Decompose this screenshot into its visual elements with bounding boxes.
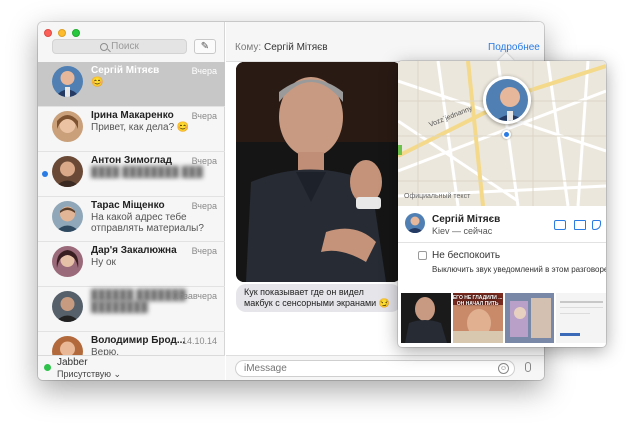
conversation-name: Дар'я Закалюжна	[91, 245, 177, 256]
do-not-disturb-checkbox[interactable]	[418, 251, 427, 260]
avatar	[52, 201, 83, 232]
compose-icon: ✎	[200, 41, 210, 52]
conversation-time: Вчера	[191, 111, 217, 121]
contact-name: Сергій Мітяєв	[432, 214, 501, 225]
to-label: Кому:	[235, 42, 262, 53]
conversation-preview: 😊	[91, 77, 104, 88]
presence-selector[interactable]: Присутствую ⌄	[57, 369, 121, 380]
conversation-name: Тарас Міщенко	[91, 200, 165, 211]
emoji-icon[interactable]: ☺	[498, 363, 509, 374]
conversation-item[interactable]: Тарас Міщенко Вчера На какой адрес тебе …	[38, 197, 225, 242]
avatar	[52, 111, 83, 142]
phone-call-icon[interactable]	[592, 220, 601, 230]
avatar	[52, 291, 83, 322]
conversation-time: Позавчера	[172, 291, 217, 301]
search-icon	[100, 42, 109, 51]
conversation-name: Володимир Брод...	[91, 335, 186, 346]
online-status-icon	[44, 364, 51, 371]
conversation-item[interactable]: Антон Зимоглад Вчера ████ ████████ ███	[38, 152, 225, 197]
avatar	[52, 246, 83, 277]
conversation-name: Ірина Макаренко	[91, 110, 174, 121]
shared-media-strip: ЕГО НЕ ГЛАДИЛИ ... ОН НАЧАЛ ПИТЬ	[401, 293, 606, 343]
conversation-item[interactable]: Ірина Макаренко Вчера Привет, как дела? …	[38, 107, 225, 152]
avatar	[405, 213, 425, 233]
recipient-name: Сергій Мітяєв	[264, 42, 328, 53]
message-input-bar: ☺	[226, 355, 544, 380]
conversation-time: Вчера	[191, 66, 217, 76]
details-button[interactable]: Подробнее	[488, 42, 540, 53]
conversation-item[interactable]: Сергій Мітяєв Вчера 😊	[38, 62, 225, 107]
shared-image-thumbnail[interactable]	[401, 293, 451, 343]
map-caption[interactable]: Официальный текст	[404, 193, 470, 200]
shared-image-thumbnail[interactable]: ЕГО НЕ ГЛАДИЛИ ... ОН НАЧАЛ ПИТЬ	[452, 293, 503, 343]
conversation-time: Вчера	[191, 156, 217, 166]
details-popover: Vozz`jednanny Официальный текст Сергій М…	[398, 61, 606, 347]
contact-row: Сергій Мітяєв Kiev — сейчас	[398, 207, 606, 243]
search-placeholder: Поиск	[111, 41, 139, 52]
avatar	[52, 66, 83, 97]
minimize-window-button[interactable]	[58, 29, 66, 37]
avatar	[52, 156, 83, 187]
sidebar: Поиск ✎ Сергій Мітяєв Вчера 😊 Ірина Мака…	[38, 22, 225, 380]
contact-location: Kiev — сейчас	[432, 226, 493, 236]
search-input[interactable]: Поиск	[52, 39, 187, 54]
conversation-preview: На какой адрес тебе отправлять материалы…	[91, 212, 204, 234]
thumbnail-caption: ЕГО НЕ ГЛАДИЛИ ... ОН НАЧАЛ ПИТЬ	[452, 295, 503, 307]
conversation-preview-blurred: ████ ████████ ███	[91, 167, 203, 178]
compose-button[interactable]: ✎	[194, 39, 216, 54]
conversation-name: Сергій Мітяєв	[91, 65, 160, 76]
conversation-time: 14.10.14	[181, 336, 217, 346]
do-not-disturb-label: Не беспокоить	[432, 250, 501, 261]
video-call-icon[interactable]	[574, 220, 586, 230]
conversation-item[interactable]: Дар'я Закалюжна Вчера Ну ок	[38, 242, 225, 287]
shared-image-thumbnail[interactable]	[556, 293, 606, 343]
account-status-bar[interactable]: Jabber Присутствую ⌄	[38, 355, 225, 380]
do-not-disturb-row: Не беспокоить Выключить звук уведомлений…	[398, 244, 606, 284]
account-name: Jabber	[57, 357, 88, 368]
conversation-list: Сергій Мітяєв Вчера 😊 Ірина Макаренко Вч…	[38, 62, 225, 377]
location-pin-icon	[502, 130, 511, 139]
microphone-icon[interactable]	[525, 362, 531, 372]
conversation-preview: Ну ок	[91, 257, 116, 268]
location-map[interactable]: Vozz`jednanny Официальный текст	[398, 61, 606, 206]
unread-indicator	[42, 171, 48, 177]
conversation-time: Вчера	[191, 201, 217, 211]
conversation-preview-blurred: ████████	[91, 302, 148, 313]
message-input[interactable]	[235, 360, 515, 377]
message-bubble: Кук показывает где он видел макбук с сен…	[236, 284, 401, 312]
do-not-disturb-description: Выключить звук уведомлений в этом разгов…	[432, 265, 606, 274]
conversation-name: Антон Зимоглад	[91, 155, 172, 166]
conversation-time: Вчера	[191, 246, 217, 256]
contact-location-avatar	[483, 76, 531, 124]
conversation-header: Кому: Сергій Мітяєв Подробнее	[226, 22, 544, 62]
conversation-item[interactable]: ██████ ███████ Позавчера ████████	[38, 287, 225, 332]
sidebar-toolbar: Поиск ✎	[38, 22, 225, 62]
zoom-window-button[interactable]	[72, 29, 80, 37]
conversation-preview: Привет, как дела? 😊	[91, 122, 190, 133]
screen-share-icon[interactable]	[554, 220, 566, 230]
message-image[interactable]	[236, 62, 401, 282]
close-window-button[interactable]	[44, 29, 52, 37]
shared-image-thumbnail[interactable]	[504, 293, 555, 343]
